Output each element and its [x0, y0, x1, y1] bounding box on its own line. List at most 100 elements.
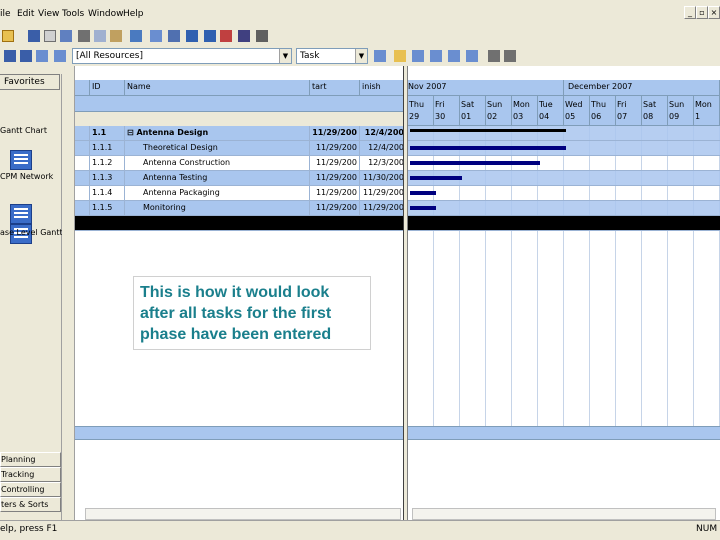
sort-icon[interactable] — [374, 50, 386, 62]
split-icon[interactable] — [238, 30, 250, 42]
task-bar[interactable] — [410, 206, 436, 210]
task-name-cell[interactable]: Theoretical Design — [125, 141, 310, 156]
task-start-cell[interactable]: 11/29/200 — [310, 171, 360, 186]
view-label-gantt[interactable]: Gantt Chart — [0, 126, 62, 135]
task-name-cell[interactable]: Antenna Packaging — [125, 186, 310, 201]
task-finish-cell[interactable]: 11/30/200 — [360, 171, 405, 186]
base-level-gantt-icon[interactable] — [10, 204, 32, 224]
task-finish-cell[interactable]: 12/4/200 — [360, 126, 405, 141]
print-icon[interactable] — [44, 30, 56, 42]
table-row[interactable]: 1.1.1 Theoretical Design 11/29/200 12/4/200 — [75, 141, 405, 156]
row-selector[interactable] — [75, 126, 90, 141]
zoom-in-icon[interactable] — [488, 50, 500, 62]
link-icon[interactable] — [204, 30, 216, 42]
summary-bar[interactable] — [410, 129, 566, 132]
column-header-name[interactable]: Name — [125, 80, 310, 96]
gantt-chart-icon[interactable] — [10, 150, 32, 170]
task-name-cell[interactable]: ⊟ Antenna Design — [125, 126, 310, 141]
row-selector[interactable] — [75, 171, 90, 186]
phase-planning[interactable]: Planning — [0, 452, 61, 467]
close-icon[interactable]: × — [708, 6, 720, 19]
task-bar[interactable] — [410, 161, 540, 165]
task-finish-cell[interactable]: 12/4/200 — [360, 141, 405, 156]
task-bar[interactable] — [410, 176, 462, 180]
row-selector[interactable] — [75, 141, 90, 156]
open-icon[interactable] — [2, 30, 14, 42]
task-info-icon[interactable] — [130, 30, 142, 42]
table-row[interactable]: 1.1.5 Monitoring 11/29/200 11/29/200 — [75, 201, 405, 216]
task-id-cell[interactable]: 1.1.2 — [90, 156, 125, 171]
network-icon[interactable] — [412, 50, 424, 62]
paste-icon[interactable] — [110, 30, 122, 42]
preview-icon[interactable] — [60, 30, 72, 42]
filter-icon[interactable] — [36, 50, 48, 62]
phase-controlling[interactable]: Controlling — [0, 482, 61, 497]
column-header-finish[interactable]: inish — [360, 80, 405, 96]
task-start-cell[interactable]: 11/29/200 — [310, 186, 360, 201]
table-row[interactable]: 1.1 ⊟ Antenna Design 11/29/200 12/4/200 — [75, 126, 405, 141]
view-label-baseline[interactable]: ase Level Gantt — [0, 228, 62, 237]
task-bar[interactable] — [410, 146, 566, 150]
chevron-down-icon[interactable]: ▼ — [279, 49, 291, 63]
view-combo[interactable]: Task ▼ — [296, 48, 368, 64]
task-id-cell[interactable]: 1.1.4 — [90, 186, 125, 201]
task-start-cell[interactable]: 11/29/200 — [310, 156, 360, 171]
task-id-cell[interactable]: 1.1.5 — [90, 201, 125, 216]
menu-file[interactable]: ile — [0, 9, 11, 19]
task-finish-cell[interactable]: 12/3/200 — [360, 156, 405, 171]
new-task-row[interactable] — [75, 216, 405, 231]
task-finish-cell[interactable]: 11/29/200 — [360, 186, 405, 201]
phase-tracking[interactable]: Tracking — [0, 467, 61, 482]
row-selector[interactable] — [75, 201, 90, 216]
task-start-cell[interactable]: 11/29/200 — [310, 141, 360, 156]
save-icon[interactable] — [28, 30, 40, 42]
menu-view[interactable]: View — [38, 9, 59, 19]
gantt-horizontal-scrollbar[interactable] — [412, 508, 716, 520]
task-bar[interactable] — [410, 191, 436, 195]
menu-window[interactable]: Window — [88, 9, 124, 19]
minimize-icon[interactable]: _ — [684, 6, 696, 19]
task-start-cell[interactable]: 11/29/200 — [310, 126, 360, 141]
chevron-down-icon[interactable]: ▼ — [355, 49, 367, 63]
row-selector[interactable] — [75, 186, 90, 201]
task-finish-cell[interactable]: 11/29/200 — [360, 201, 405, 216]
calendar-icon[interactable] — [256, 30, 268, 42]
group-icon[interactable] — [54, 50, 66, 62]
grid-icon[interactable] — [4, 50, 16, 62]
resource-icon[interactable] — [466, 50, 478, 62]
tree-icon[interactable] — [430, 50, 442, 62]
copy-icon[interactable] — [94, 30, 106, 42]
table-row[interactable]: 1.1.3 Antenna Testing 11/29/200 11/30/200 — [75, 171, 405, 186]
task-name-cell[interactable]: Antenna Construction — [125, 156, 310, 171]
day-headers: Thu 29 Fri 30 Sat 01 Sun 02 Mon 03 Tue 04 Wed 05 Thu 06… — [408, 96, 720, 126]
indent-icon[interactable] — [150, 30, 162, 42]
restore-icon[interactable]: ▫ — [696, 6, 708, 19]
task-id-cell[interactable]: 1.1.1 — [90, 141, 125, 156]
favorites-tab[interactable]: Favorites — [0, 74, 60, 90]
unlink-icon[interactable] — [220, 30, 232, 42]
column-header-start[interactable]: tart — [310, 80, 360, 96]
zoom-out-icon[interactable] — [504, 50, 516, 62]
view-label-cpm[interactable]: CPM Network — [0, 172, 62, 181]
row-selector[interactable] — [75, 156, 90, 171]
column-header-id[interactable]: ID — [90, 80, 125, 96]
task-name-cell[interactable]: Antenna Testing — [125, 171, 310, 186]
cut-icon[interactable] — [78, 30, 90, 42]
task-name-cell[interactable]: Monitoring — [125, 201, 310, 216]
outdent-icon[interactable] — [168, 30, 180, 42]
menu-help[interactable]: Help — [123, 9, 144, 19]
task-id-cell[interactable]: 1.1 — [90, 126, 125, 141]
table-row[interactable]: 1.1.2 Antenna Construction 11/29/200 12/3/2… — [75, 156, 405, 171]
menu-tools[interactable]: Tools — [62, 9, 84, 19]
task-start-cell[interactable]: 11/29/200 — [310, 201, 360, 216]
folder-icon[interactable] — [394, 50, 406, 62]
table-row[interactable]: 1.1.4 Antenna Packaging 11/29/200 11/29/200 — [75, 186, 405, 201]
table-icon[interactable] — [20, 50, 32, 62]
task-id-cell[interactable]: 1.1.3 — [90, 171, 125, 186]
assign-icon[interactable] — [448, 50, 460, 62]
table-horizontal-scrollbar[interactable] — [85, 508, 401, 520]
resource-filter-combo[interactable]: [All Resources] ▼ — [72, 48, 292, 64]
phase-filters-sorts[interactable]: ters & Sorts — [0, 497, 61, 512]
menu-edit[interactable]: Edit — [17, 9, 34, 19]
undo-icon[interactable] — [186, 30, 198, 42]
